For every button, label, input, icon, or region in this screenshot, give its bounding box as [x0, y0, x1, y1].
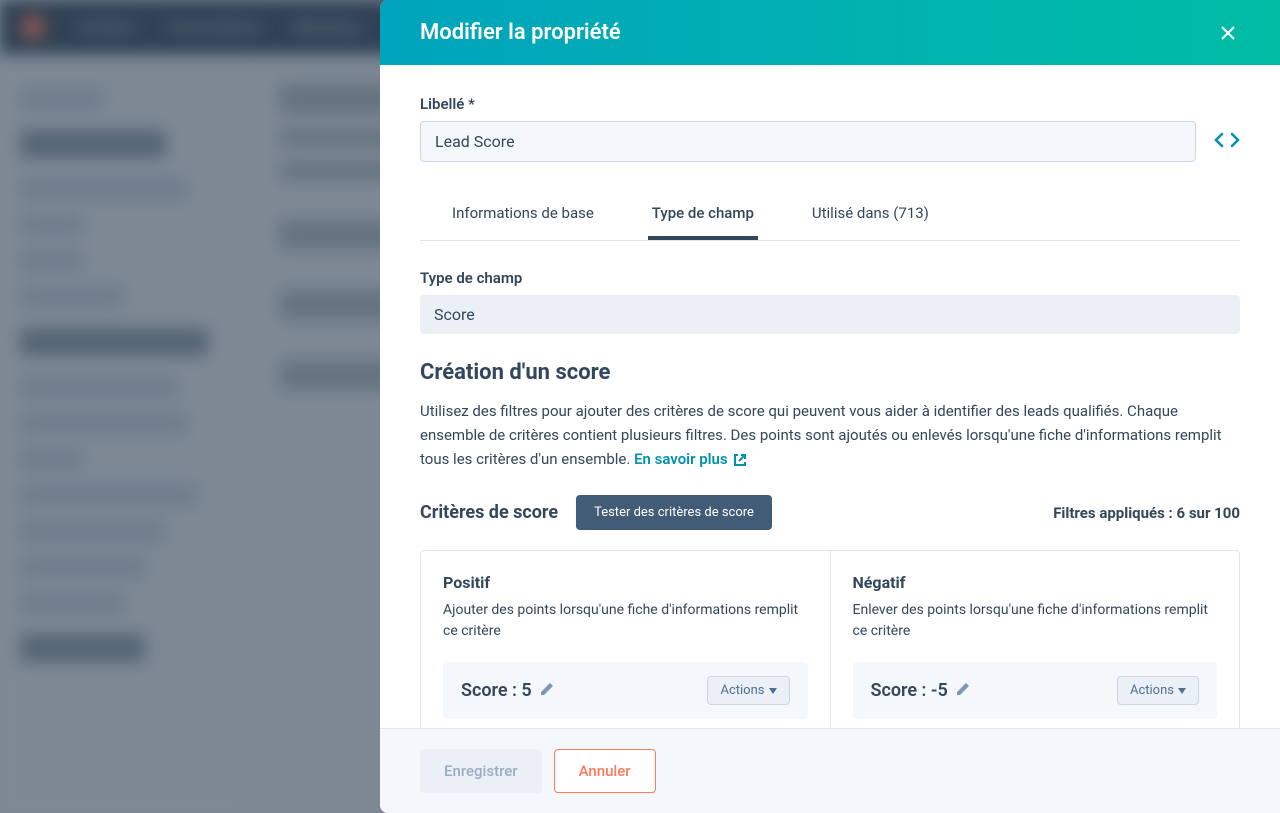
label-input[interactable]	[420, 121, 1196, 162]
positive-description: Ajouter des points lorsqu'une fiche d'in…	[443, 600, 808, 642]
external-link-icon	[733, 453, 747, 467]
negative-actions-button[interactable]: Actions	[1117, 676, 1199, 705]
field-type-value: Score	[420, 295, 1240, 334]
panel-footer: Enregistrer Annuler	[380, 728, 1280, 813]
tabs: Informations de base Type de champ Utili…	[420, 190, 1240, 241]
label-field-label: Libellé *	[420, 95, 1196, 113]
panel-title: Modifier la propriété	[420, 20, 621, 45]
negative-column: Négatif Enlever des points lorsqu'une fi…	[830, 551, 1240, 728]
edit-positive-score[interactable]	[540, 680, 554, 701]
score-creation-title: Création d'un score	[420, 360, 1240, 385]
pencil-icon	[540, 682, 554, 696]
panel-body: Libellé * Informations de base Type de c…	[380, 65, 1280, 728]
negative-actions-text: Actions	[1130, 683, 1174, 698]
pencil-icon	[956, 682, 970, 696]
tab-used-in[interactable]: Utilisé dans (713)	[808, 190, 933, 240]
negative-score-card: Score : -5 Actions	[853, 662, 1218, 719]
field-type-label: Type de champ	[420, 269, 1240, 287]
code-icon-button[interactable]	[1214, 130, 1240, 162]
learn-more-text: En savoir plus	[634, 450, 728, 468]
negative-description: Enlever des points lorsqu'une fiche d'in…	[853, 600, 1218, 642]
code-icon	[1214, 130, 1240, 150]
close-icon	[1218, 23, 1238, 43]
learn-more-link[interactable]: En savoir plus	[634, 450, 747, 468]
chevron-down-icon	[1178, 688, 1186, 694]
negative-title: Négatif	[853, 573, 1218, 592]
positive-title: Positif	[443, 573, 808, 592]
edit-property-panel: Modifier la propriété Libellé * Informat…	[380, 0, 1280, 813]
filters-applied-text: Filtres appliqués : 6 sur 100	[1053, 504, 1240, 522]
score-creation-description: Utilisez des filtres pour ajouter des cr…	[420, 399, 1240, 471]
criteria-box: Positif Ajouter des points lorsqu'une fi…	[420, 550, 1240, 728]
panel-header: Modifier la propriété	[380, 0, 1280, 65]
tab-field-type[interactable]: Type de champ	[648, 190, 758, 240]
test-criteria-button[interactable]: Tester des critères de score	[576, 495, 772, 530]
tab-basic-info[interactable]: Informations de base	[448, 190, 598, 240]
description-text: Utilisez des filtres pour ajouter des cr…	[420, 402, 1222, 468]
cancel-button[interactable]: Annuler	[554, 749, 656, 793]
chevron-down-icon	[769, 688, 777, 694]
criteria-title: Critères de score	[420, 502, 558, 523]
positive-score-card: Score : 5 Actions	[443, 662, 808, 719]
edit-negative-score[interactable]	[956, 680, 970, 701]
positive-actions-text: Actions	[720, 683, 764, 698]
negative-score-value: Score : -5	[871, 680, 948, 701]
positive-column: Positif Ajouter des points lorsqu'une fi…	[421, 551, 830, 728]
close-button[interactable]	[1216, 21, 1240, 45]
save-button[interactable]: Enregistrer	[420, 749, 542, 793]
positive-actions-button[interactable]: Actions	[707, 676, 789, 705]
positive-score-value: Score : 5	[461, 680, 532, 701]
